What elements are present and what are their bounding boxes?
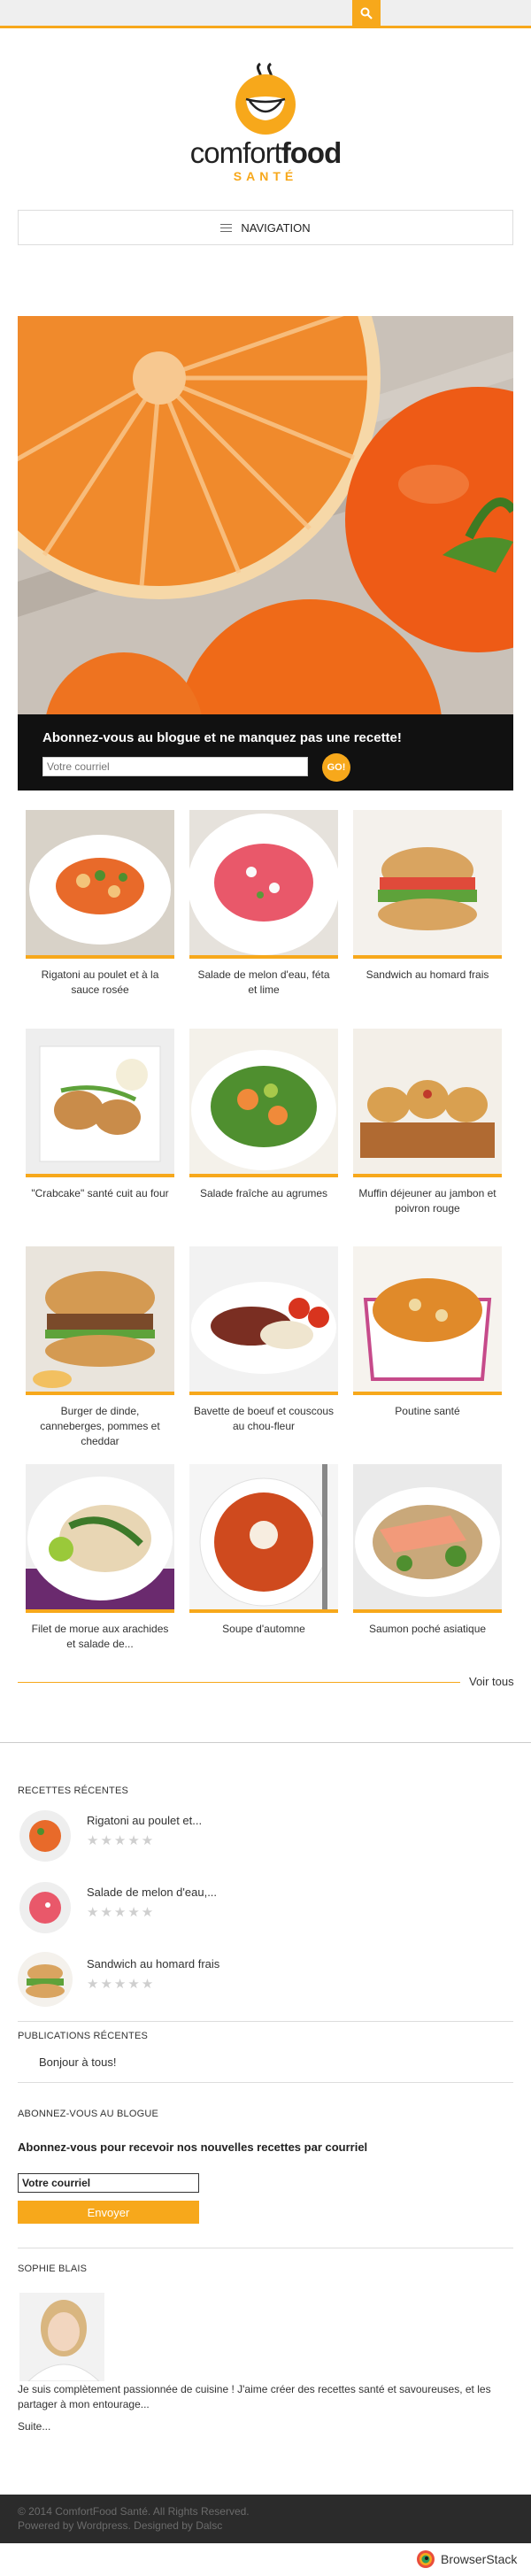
bowl-logo-icon: [235, 62, 296, 135]
rating-stars: ★★★★★: [87, 1905, 156, 1920]
recipe-title: Salade de melon d'eau, féta et lime: [197, 968, 330, 996]
recipe-card[interactable]: Muffin déjeuner au jambon et poivron rou…: [353, 1029, 502, 1216]
recipe-image: [189, 1029, 338, 1177]
rating-stars: ★★★★★: [87, 1833, 156, 1848]
recent-recipe-name: Sandwich au homard frais: [87, 1957, 220, 1971]
subscribe-title: Abonnez-vous au blogue et ne manquez pas…: [42, 730, 402, 745]
recipe-title: Muffin déjeuner au jambon et poivron rou…: [358, 1187, 496, 1215]
footer-credits[interactable]: Powered by Wordpress. Designed by Dalsc: [18, 2519, 222, 2532]
recipe-card[interactable]: Salade fraîche au agrumes: [189, 1029, 338, 1201]
search-icon: [360, 7, 373, 19]
top-bar: [0, 0, 531, 28]
recipe-title: Filet de morue aux arachides et salade d…: [31, 1623, 169, 1650]
rating-stars: ★★★★★: [87, 1977, 156, 1992]
newsletter-submit-button[interactable]: Envoyer: [18, 2201, 199, 2224]
subscribe-go-button[interactable]: GO!: [322, 753, 350, 782]
author-title: SOPHIE BLAIS: [18, 2264, 88, 2274]
recent-recipe-name: Rigatoni au poulet et...: [87, 1814, 203, 1827]
site-footer: © 2014 ComfortFood Santé. All Rights Res…: [0, 2495, 531, 2543]
section-divider: [0, 1742, 531, 1743]
recent-recipe-item[interactable]: Salade de melon d'eau,... ★★★★★: [18, 1880, 513, 1942]
browserstack-badge: BrowserStack: [416, 2549, 517, 2569]
recipe-card[interactable]: Saumon poché asiatique: [353, 1464, 502, 1637]
newsletter-email-input[interactable]: [18, 2173, 199, 2193]
author-photo: [19, 2293, 104, 2381]
recipe-card[interactable]: Filet de morue aux arachides et salade d…: [26, 1464, 174, 1652]
recent-posts-title: PUBLICATIONS RÉCENTES: [18, 2031, 149, 2041]
browserstack-label: BrowserStack: [441, 2552, 518, 2566]
recipe-card[interactable]: Rigatoni au poulet et à la sauce rosée: [26, 810, 174, 998]
widget-divider: [18, 2082, 513, 2083]
recipe-image: [353, 1464, 502, 1613]
recipe-image: [189, 1246, 338, 1395]
brand-subtitle: SANTÉ: [233, 169, 298, 183]
recipe-title: Soupe d'automne: [222, 1623, 305, 1635]
recent-recipe-item[interactable]: Sandwich au homard frais ★★★★★: [18, 1952, 513, 2014]
recipe-image: [353, 810, 502, 959]
recent-recipe-thumb: [18, 1809, 73, 1863]
recipe-image: [353, 1029, 502, 1177]
recipe-card[interactable]: Salade de melon d'eau, féta et lime: [189, 810, 338, 998]
recent-recipe-thumb: [18, 1952, 73, 2007]
recipe-card[interactable]: Soupe d'automne: [189, 1464, 338, 1637]
recent-recipes-title: RECETTES RÉCENTES: [18, 1785, 129, 1796]
recent-recipe-name: Salade de melon d'eau,...: [87, 1886, 218, 1899]
recipe-card[interactable]: Sandwich au homard frais: [353, 810, 502, 983]
menu-icon: [220, 223, 233, 232]
recipe-card[interactable]: Poutine santé: [353, 1246, 502, 1419]
search-button[interactable]: [352, 0, 381, 26]
recipe-card[interactable]: Bavette de boeuf et couscous au chou-fle…: [189, 1246, 338, 1434]
newsletter-title: ABONNEZ-VOUS AU BLOGUE: [18, 2109, 159, 2119]
recipe-image: [26, 1464, 174, 1613]
see-all-divider: [18, 1682, 460, 1683]
recipe-image: [189, 1464, 338, 1613]
recipe-image: [26, 1246, 174, 1395]
recipe-title: Salade fraîche au agrumes: [199, 1187, 328, 1199]
recipe-title: Bavette de boeuf et couscous au chou-fle…: [193, 1405, 335, 1432]
author-more-link[interactable]: Suite...: [18, 2420, 50, 2433]
recipe-image: [353, 1246, 502, 1395]
recent-post-link[interactable]: Bonjour à tous!: [39, 2055, 116, 2069]
widget-divider: [18, 2021, 513, 2022]
recipe-image: [26, 1029, 174, 1177]
recipe-image: [189, 810, 338, 959]
author-bio: Je suis complètement passionnée de cuisi…: [18, 2383, 491, 2410]
brand-wordmark: comfortfood: [189, 136, 342, 169]
navigation-label: NAVIGATION: [241, 220, 311, 235]
recipe-image: [26, 810, 174, 959]
citrus-image: [18, 316, 513, 714]
recent-recipe-item[interactable]: Rigatoni au poulet et... ★★★★★: [18, 1809, 513, 1870]
recent-recipe-thumb: [18, 1880, 73, 1935]
browserstack-logo-icon: [417, 2550, 435, 2568]
recipe-title: Sandwich au homard frais: [366, 968, 489, 981]
recipe-title: "Crabcake" santé cuit au four: [31, 1187, 169, 1199]
subscribe-banner: Abonnez-vous au blogue et ne manquez pas…: [18, 714, 513, 791]
recipe-title: Poutine santé: [395, 1405, 460, 1417]
newsletter-text: Abonnez-vous pour recevoir nos nouvelles…: [18, 2140, 368, 2154]
hero-image: [18, 316, 513, 714]
recipe-card[interactable]: "Crabcake" santé cuit au four: [26, 1029, 174, 1201]
navigation-toggle[interactable]: NAVIGATION: [18, 210, 513, 245]
recipe-title: Rigatoni au poulet et à la sauce rosée: [41, 968, 159, 996]
recipe-title: Burger de dinde, canneberges, pommes et …: [40, 1405, 160, 1447]
subscribe-email-input[interactable]: [42, 757, 308, 776]
see-all-link[interactable]: Voir tous: [469, 1675, 514, 1688]
footer-copyright: © 2014 ComfortFood Santé. All Rights Res…: [18, 2505, 250, 2518]
site-logo[interactable]: comfortfood SANTÉ: [177, 60, 354, 184]
recipe-card[interactable]: Burger de dinde, canneberges, pommes et …: [26, 1246, 174, 1449]
recipe-title: Saumon poché asiatique: [368, 1623, 487, 1635]
